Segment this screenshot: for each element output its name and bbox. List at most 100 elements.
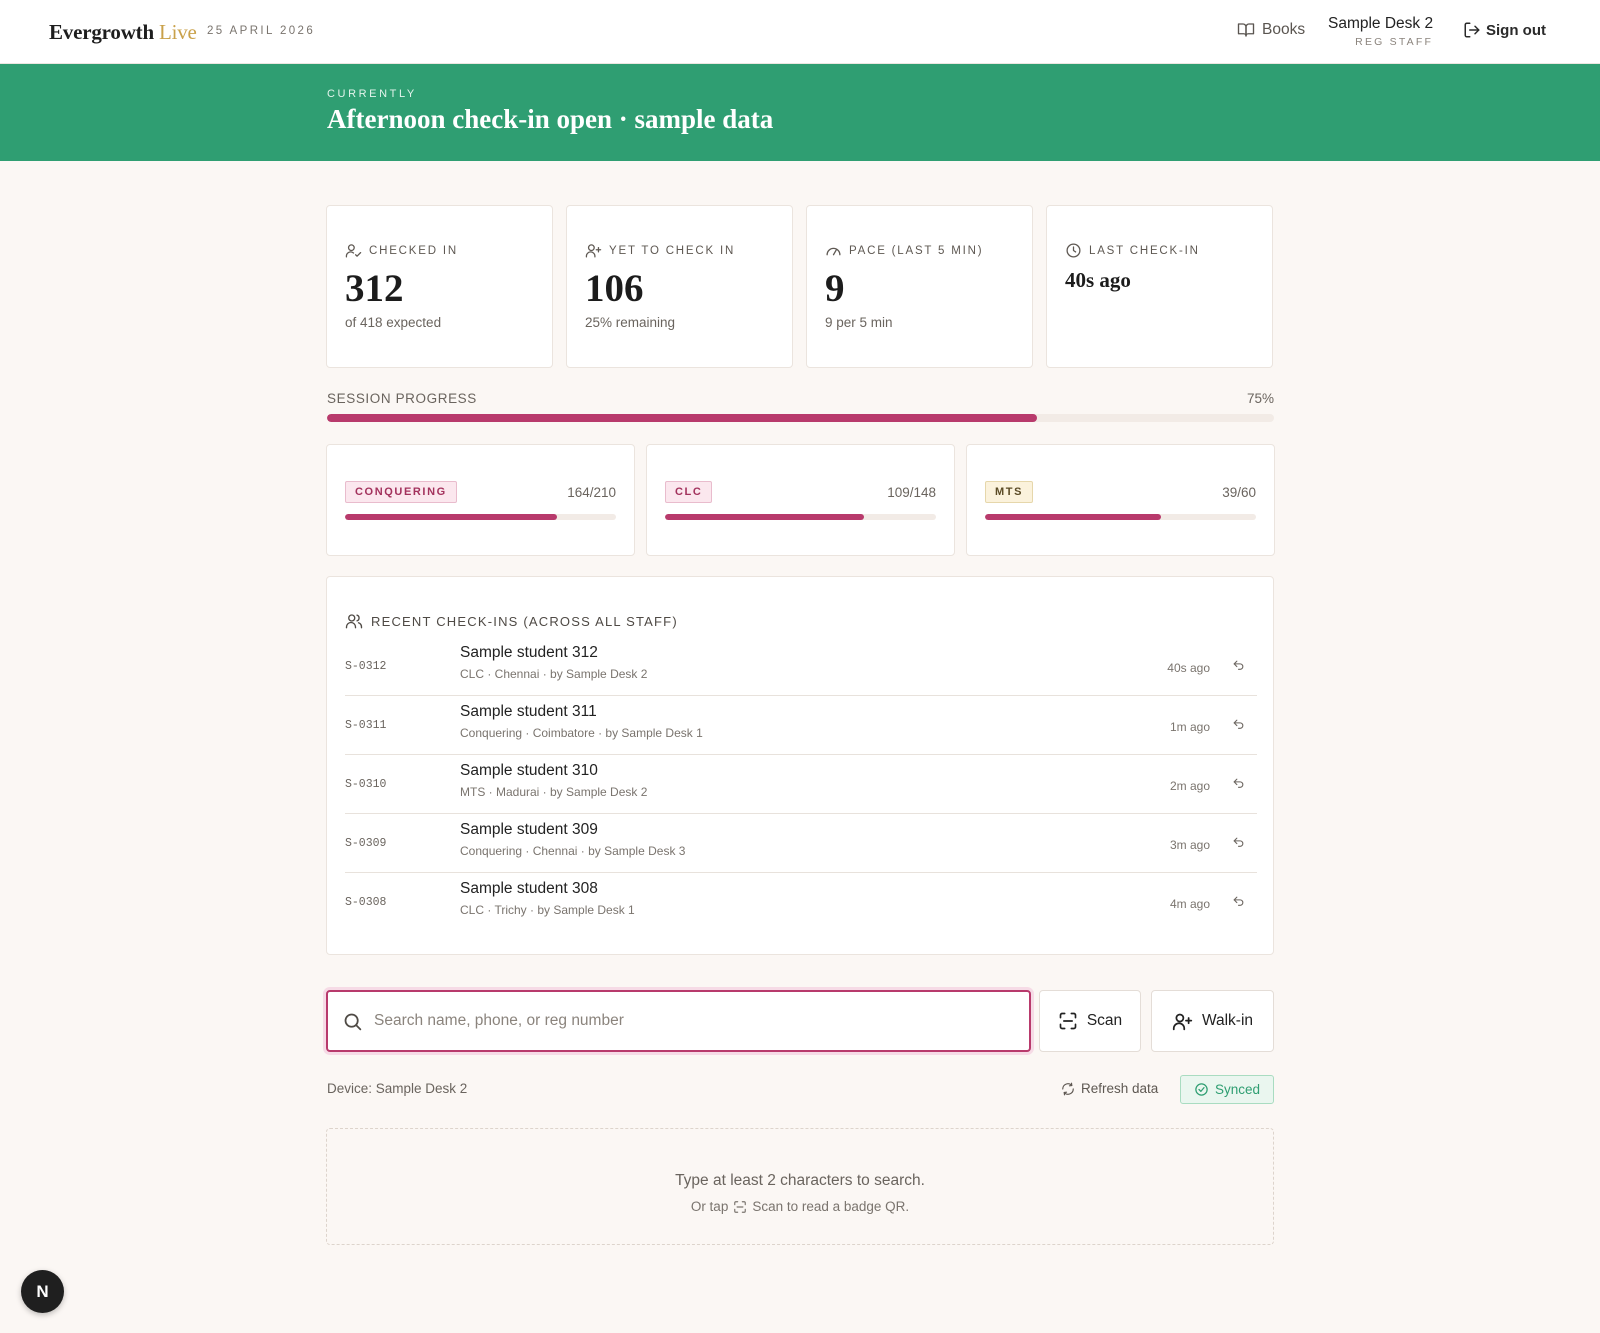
brand-logo[interactable]: Evergrowth Live: [49, 20, 197, 45]
reg-number: S-0311: [345, 719, 387, 732]
track-progress-fill: [665, 514, 865, 520]
track-badge: CONQUERING: [345, 481, 457, 503]
user-plus-icon: [1172, 1011, 1193, 1032]
book-icon: [1237, 21, 1255, 39]
users-icon: [345, 612, 363, 630]
session-progress-bar: [327, 414, 1274, 422]
check-in-row[interactable]: S-0311 Sample student 311 Conquering · C…: [345, 696, 1257, 755]
session-progress-percent: 75%: [1246, 391, 1274, 406]
scan-icon: [1058, 1011, 1078, 1031]
check-in-time: 3m ago: [1169, 838, 1210, 852]
search-hint-box: Type at least 2 characters to search. Or…: [326, 1128, 1274, 1245]
track-badge: MTS: [985, 481, 1034, 503]
check-in-row[interactable]: S-0310 Sample student 310 MTS · Madurai …: [345, 755, 1257, 814]
hint-suffix: Scan to read a badge QR.: [752, 1199, 910, 1214]
books-link[interactable]: Books: [1237, 21, 1305, 39]
sync-status-label: Synced: [1214, 1082, 1261, 1097]
stat-subtext: 9 per 5 min: [825, 315, 893, 330]
student-meta: MTS · Madurai · by Sample Desk 2: [460, 785, 648, 799]
check-in-time: 4m ago: [1169, 897, 1210, 911]
student-meta: CLC · Trichy · by Sample Desk 1: [460, 903, 635, 917]
undo-icon[interactable]: [1232, 777, 1245, 790]
dev-tools-badge[interactable]: N: [21, 1270, 64, 1313]
track-progress-bar: [345, 514, 616, 520]
brand-accent: Live: [159, 20, 197, 44]
reg-number: S-0308: [345, 896, 387, 909]
refresh-data-button[interactable]: Refresh data: [1061, 1081, 1158, 1096]
search-box: [326, 990, 1031, 1052]
recent-check-ins-list: S-0312 Sample student 312 CLC · Chennai …: [345, 637, 1257, 932]
check-in-row[interactable]: S-0309 Sample student 309 Conquering · C…: [345, 814, 1257, 873]
recent-check-ins-title: RECENT CHECK-INS (ACROSS ALL STAFF): [371, 613, 678, 629]
sign-out-label: Sign out: [1486, 21, 1546, 39]
scan-button[interactable]: Scan: [1039, 990, 1141, 1052]
status-banner: CURRENTLY Afternoon check-in open · samp…: [0, 64, 1600, 161]
check-in-row[interactable]: S-0312 Sample student 312 CLC · Chennai …: [345, 637, 1257, 696]
stat-label: CHECKED IN: [369, 244, 458, 257]
scan-icon: [733, 1200, 747, 1214]
reg-number: S-0312: [345, 660, 387, 673]
refresh-data-label: Refresh data: [1081, 1081, 1159, 1096]
track-count: 164/210: [567, 485, 616, 500]
student-meta: Conquering · Coimbatore · by Sample Desk…: [460, 726, 703, 740]
track-progress-fill: [345, 514, 557, 520]
undo-icon[interactable]: [1232, 836, 1245, 849]
recent-check-ins-panel: RECENT CHECK-INS (ACROSS ALL STAFF) S-03…: [326, 576, 1274, 955]
track-progress-fill: [985, 514, 1162, 520]
refresh-icon: [1061, 1082, 1075, 1096]
stat-value: 106: [585, 267, 644, 310]
banner-title: Afternoon check-in open · sample data: [327, 104, 774, 134]
stat-label: LAST CHECK-IN: [1089, 244, 1200, 257]
stat-header: PACE (LAST 5 MIN): [825, 242, 983, 259]
search-input[interactable]: [374, 1012, 1029, 1030]
user-plus-icon: [585, 242, 602, 259]
undo-icon[interactable]: [1232, 718, 1245, 731]
check-in-time: 1m ago: [1169, 720, 1210, 734]
desk-name: Sample Desk 2: [1328, 15, 1434, 32]
desk-info: Sample Desk 2 REG STAFF: [1328, 15, 1433, 48]
brand-name: Evergrowth: [49, 20, 154, 44]
student-name: Sample student 309: [460, 821, 598, 838]
student-meta: Conquering · Chennai · by Sample Desk 3: [460, 844, 686, 858]
track-card-conquering: CONQUERING 164/210: [326, 444, 635, 556]
check-circle-icon: [1194, 1082, 1209, 1097]
reg-number: S-0309: [345, 837, 387, 850]
stat-card-yet-to-check-in: YET TO CHECK IN 106 25% remaining: [566, 205, 793, 368]
check-in-time: 2m ago: [1169, 779, 1210, 793]
stat-label: PACE (LAST 5 MIN): [849, 244, 984, 257]
stat-card-last-check-in: LAST CHECK-IN 40s ago: [1046, 205, 1273, 368]
device-label: Device: Sample Desk 2: [327, 1081, 468, 1096]
stat-card-pace: PACE (LAST 5 MIN) 9 9 per 5 min: [806, 205, 1033, 368]
sign-out-button[interactable]: Sign out: [1463, 21, 1546, 39]
session-progress-label: SESSION PROGRESS: [327, 391, 477, 406]
clock-icon: [1065, 242, 1082, 259]
logout-icon: [1463, 21, 1481, 39]
track-badge: CLC: [665, 481, 713, 503]
top-bar: Evergrowth Live 25 APRIL 2026 Books Samp…: [0, 0, 1600, 64]
stat-header: CHECKED IN: [345, 242, 458, 259]
track-count: 109/148: [887, 485, 936, 500]
undo-icon[interactable]: [1232, 659, 1245, 672]
stat-card-checked-in: CHECKED IN 312 of 418 expected: [326, 205, 553, 368]
search-hint-subtext: Or tap Scan to read a badge QR.: [327, 1199, 1273, 1214]
search-icon: [342, 1011, 363, 1032]
header-date: 25 APRIL 2026: [207, 25, 316, 37]
hint-prefix: Or tap: [690, 1199, 729, 1214]
stat-value: 9: [825, 267, 845, 310]
reg-number: S-0310: [345, 778, 387, 791]
undo-icon[interactable]: [1232, 895, 1245, 908]
stat-subtext: 25% remaining: [585, 315, 676, 330]
desk-role: REG STAFF: [1355, 36, 1434, 48]
track-progress-bar: [985, 514, 1256, 520]
student-name: Sample student 308: [460, 880, 598, 897]
student-name: Sample student 312: [460, 644, 598, 661]
stat-header: YET TO CHECK IN: [585, 242, 735, 259]
sync-status-badge: Synced: [1180, 1075, 1274, 1104]
track-count: 39/60: [1222, 485, 1256, 500]
search-hint-text: Type at least 2 characters to search.: [675, 1172, 925, 1189]
check-in-row[interactable]: S-0308 Sample student 308 CLC · Trichy ·…: [345, 873, 1257, 932]
books-label: Books: [1262, 21, 1306, 38]
walk-in-button[interactable]: Walk-in: [1151, 990, 1274, 1052]
stat-value: 312: [345, 267, 404, 310]
stat-value: 40s ago: [1065, 268, 1131, 292]
